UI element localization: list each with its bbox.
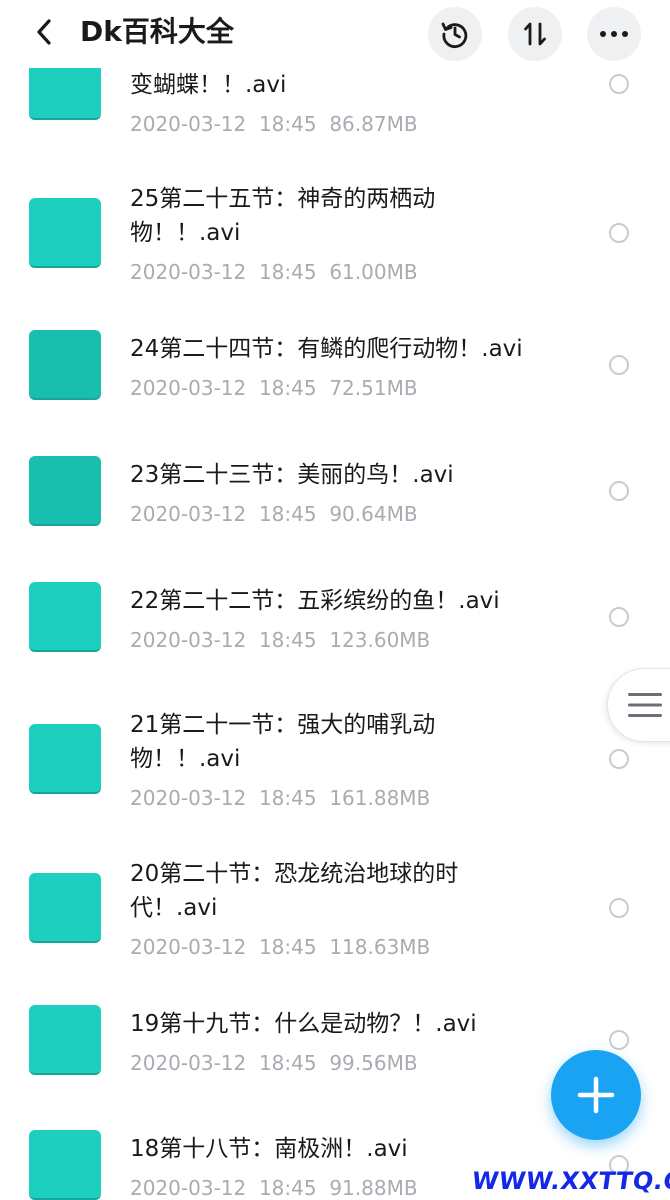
select-radio[interactable] bbox=[609, 355, 629, 375]
file-date: 2020-03-12 bbox=[130, 112, 247, 136]
file-name: 22第二十二节：五彩缤纷的鱼！.avi bbox=[130, 588, 500, 614]
file-time: 18:45 bbox=[258, 112, 317, 136]
file-size: 161.88MB bbox=[329, 786, 431, 810]
back-button[interactable] bbox=[26, 12, 62, 52]
menu-lines-icon bbox=[628, 693, 662, 717]
file-name: 18第十八节：南极洲！.avi bbox=[130, 1136, 408, 1162]
file-date: 2020-03-12 bbox=[130, 786, 247, 810]
file-meta: 2020-03-12 18:45 86.87MB bbox=[130, 110, 418, 138]
file-name: 24第二十四节：有鳞的爬行动物！.avi bbox=[130, 336, 523, 362]
sort-button[interactable] bbox=[508, 7, 562, 61]
video-thumbnail bbox=[29, 724, 101, 794]
file-time: 18:45 bbox=[258, 786, 317, 810]
file-size: 90.64MB bbox=[329, 502, 418, 526]
file-meta: 2020-03-12 18:45 90.64MB bbox=[130, 500, 418, 528]
page-title: Dk百科大全 bbox=[80, 15, 234, 48]
file-meta: 2020-03-12 18:45 161.88MB bbox=[130, 784, 430, 812]
file-date: 2020-03-12 bbox=[130, 260, 247, 284]
file-name: 21第二十一节：强大的哺乳动物！！.avi bbox=[130, 712, 436, 772]
file-time: 18:45 bbox=[258, 502, 317, 526]
select-radio[interactable] bbox=[609, 223, 629, 243]
file-meta: 2020-03-12 18:45 91.88MB bbox=[130, 1174, 418, 1200]
sort-icon bbox=[524, 22, 546, 46]
select-radio[interactable] bbox=[609, 749, 629, 769]
file-time: 18:45 bbox=[258, 260, 317, 284]
video-thumbnail bbox=[29, 1130, 101, 1200]
file-time: 18:45 bbox=[258, 628, 317, 652]
file-meta: 2020-03-12 18:45 118.63MB bbox=[130, 933, 430, 961]
select-radio[interactable] bbox=[609, 1030, 629, 1050]
file-size: 91.88MB bbox=[329, 1176, 418, 1200]
video-thumbnail bbox=[29, 873, 101, 943]
file-date: 2020-03-12 bbox=[130, 502, 247, 526]
site-watermark: WWW.XXTTQ.COM bbox=[470, 1167, 670, 1195]
file-name: 23第二十三节：美丽的鸟！.avi bbox=[130, 462, 454, 488]
file-meta: 2020-03-12 18:45 123.60MB bbox=[130, 626, 430, 654]
video-thumbnail bbox=[29, 582, 101, 652]
add-fab-button[interactable] bbox=[551, 1050, 641, 1140]
file-name: 变蝴蝶！！.avi bbox=[130, 72, 287, 98]
file-size: 99.56MB bbox=[329, 1051, 418, 1075]
file-time: 18:45 bbox=[258, 376, 317, 400]
history-button[interactable] bbox=[428, 7, 482, 61]
chevron-left-icon bbox=[37, 19, 51, 45]
file-date: 2020-03-12 bbox=[130, 1051, 247, 1075]
file-time: 18:45 bbox=[258, 1051, 317, 1075]
select-radio[interactable] bbox=[609, 74, 629, 94]
select-radio[interactable] bbox=[609, 607, 629, 627]
file-size: 61.00MB bbox=[329, 260, 418, 284]
top-bar: Dk百科大全 bbox=[0, 0, 670, 68]
file-size: 123.60MB bbox=[329, 628, 431, 652]
file-meta: 2020-03-12 18:45 72.51MB bbox=[130, 374, 418, 402]
video-thumbnail bbox=[29, 330, 101, 400]
file-time: 18:45 bbox=[258, 935, 317, 959]
file-time: 18:45 bbox=[258, 1176, 317, 1200]
file-name: 25第二十五节：神奇的两栖动物！！.avi bbox=[130, 186, 436, 246]
file-date: 2020-03-12 bbox=[130, 628, 247, 652]
video-thumbnail bbox=[29, 198, 101, 268]
plus-icon bbox=[577, 1076, 615, 1114]
select-radio[interactable] bbox=[609, 481, 629, 501]
file-date: 2020-03-12 bbox=[130, 376, 247, 400]
history-icon bbox=[441, 22, 468, 49]
file-size: 118.63MB bbox=[329, 935, 431, 959]
file-name: 20第二十节：恐龙统治地球的时代！.avi bbox=[130, 861, 459, 921]
file-date: 2020-03-12 bbox=[130, 935, 247, 959]
file-size: 86.87MB bbox=[329, 112, 418, 136]
more-dots-icon bbox=[600, 31, 628, 37]
file-meta: 2020-03-12 18:45 61.00MB bbox=[130, 258, 418, 286]
file-date: 2020-03-12 bbox=[130, 1176, 247, 1200]
file-size: 72.51MB bbox=[329, 376, 418, 400]
video-thumbnail bbox=[29, 456, 101, 526]
more-button[interactable] bbox=[587, 7, 641, 61]
select-radio[interactable] bbox=[609, 898, 629, 918]
file-list: 变蝴蝶！！.avi 2020-03-12 18:45 86.87MB 25第二十… bbox=[0, 0, 670, 1200]
file-meta: 2020-03-12 18:45 99.56MB bbox=[130, 1049, 418, 1077]
file-name: 19第十九节：什么是动物？！.avi bbox=[130, 1011, 477, 1037]
video-thumbnail bbox=[29, 1005, 101, 1075]
